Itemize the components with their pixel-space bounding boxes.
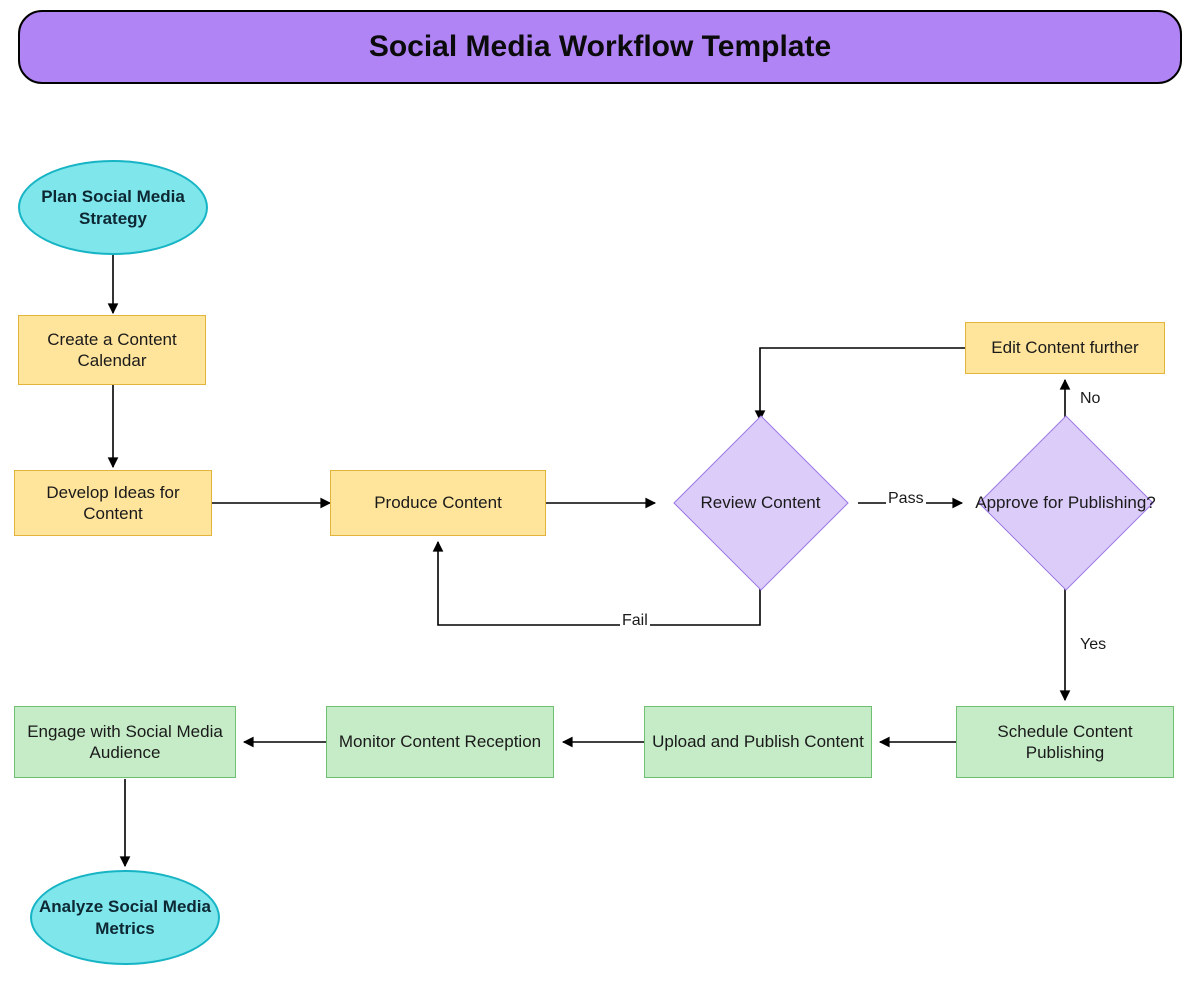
node-start-ellipse: Plan Social Media Strategy xyxy=(18,160,208,255)
edge-label-pass: Pass xyxy=(886,490,926,508)
node-edit: Edit Content further xyxy=(965,322,1165,374)
node-monitor-label: Monitor Content Reception xyxy=(333,731,547,752)
flowchart-canvas: Social Media Workflow Template xyxy=(0,0,1200,993)
node-review-label: Review Content xyxy=(663,426,858,580)
edge-label-yes: Yes xyxy=(1078,636,1108,654)
node-engage: Engage with Social Media Audience xyxy=(14,706,236,778)
node-edit-label: Edit Content further xyxy=(985,337,1144,358)
node-produce-label: Produce Content xyxy=(368,492,508,513)
node-approve-label: Approve for Publishing? xyxy=(968,426,1163,580)
title-bar: Social Media Workflow Template xyxy=(18,10,1182,84)
node-calendar-label: Create a Content Calendar xyxy=(19,329,205,372)
edge-label-fail: Fail xyxy=(620,612,650,630)
node-monitor: Monitor Content Reception xyxy=(326,706,554,778)
node-upload: Upload and Publish Content xyxy=(644,706,872,778)
node-upload-label: Upload and Publish Content xyxy=(646,731,870,752)
diagram-title: Social Media Workflow Template xyxy=(369,30,831,64)
node-schedule-label: Schedule Content Publishing xyxy=(957,721,1173,764)
node-calendar: Create a Content Calendar xyxy=(18,315,206,385)
node-develop: Develop Ideas for Content xyxy=(14,470,212,536)
node-schedule: Schedule Content Publishing xyxy=(956,706,1174,778)
node-engage-label: Engage with Social Media Audience xyxy=(15,721,235,764)
node-analyze-ellipse: Analyze Social Media Metrics xyxy=(30,870,220,965)
node-approve-diamond: Approve for Publishing? xyxy=(968,426,1163,580)
node-produce: Produce Content xyxy=(330,470,546,536)
node-analyze-label: Analyze Social Media Metrics xyxy=(32,896,218,939)
node-start-label: Plan Social Media Strategy xyxy=(20,186,206,229)
edge-label-no: No xyxy=(1078,390,1102,408)
node-develop-label: Develop Ideas for Content xyxy=(15,482,211,525)
node-review-diamond: Review Content xyxy=(663,426,858,580)
